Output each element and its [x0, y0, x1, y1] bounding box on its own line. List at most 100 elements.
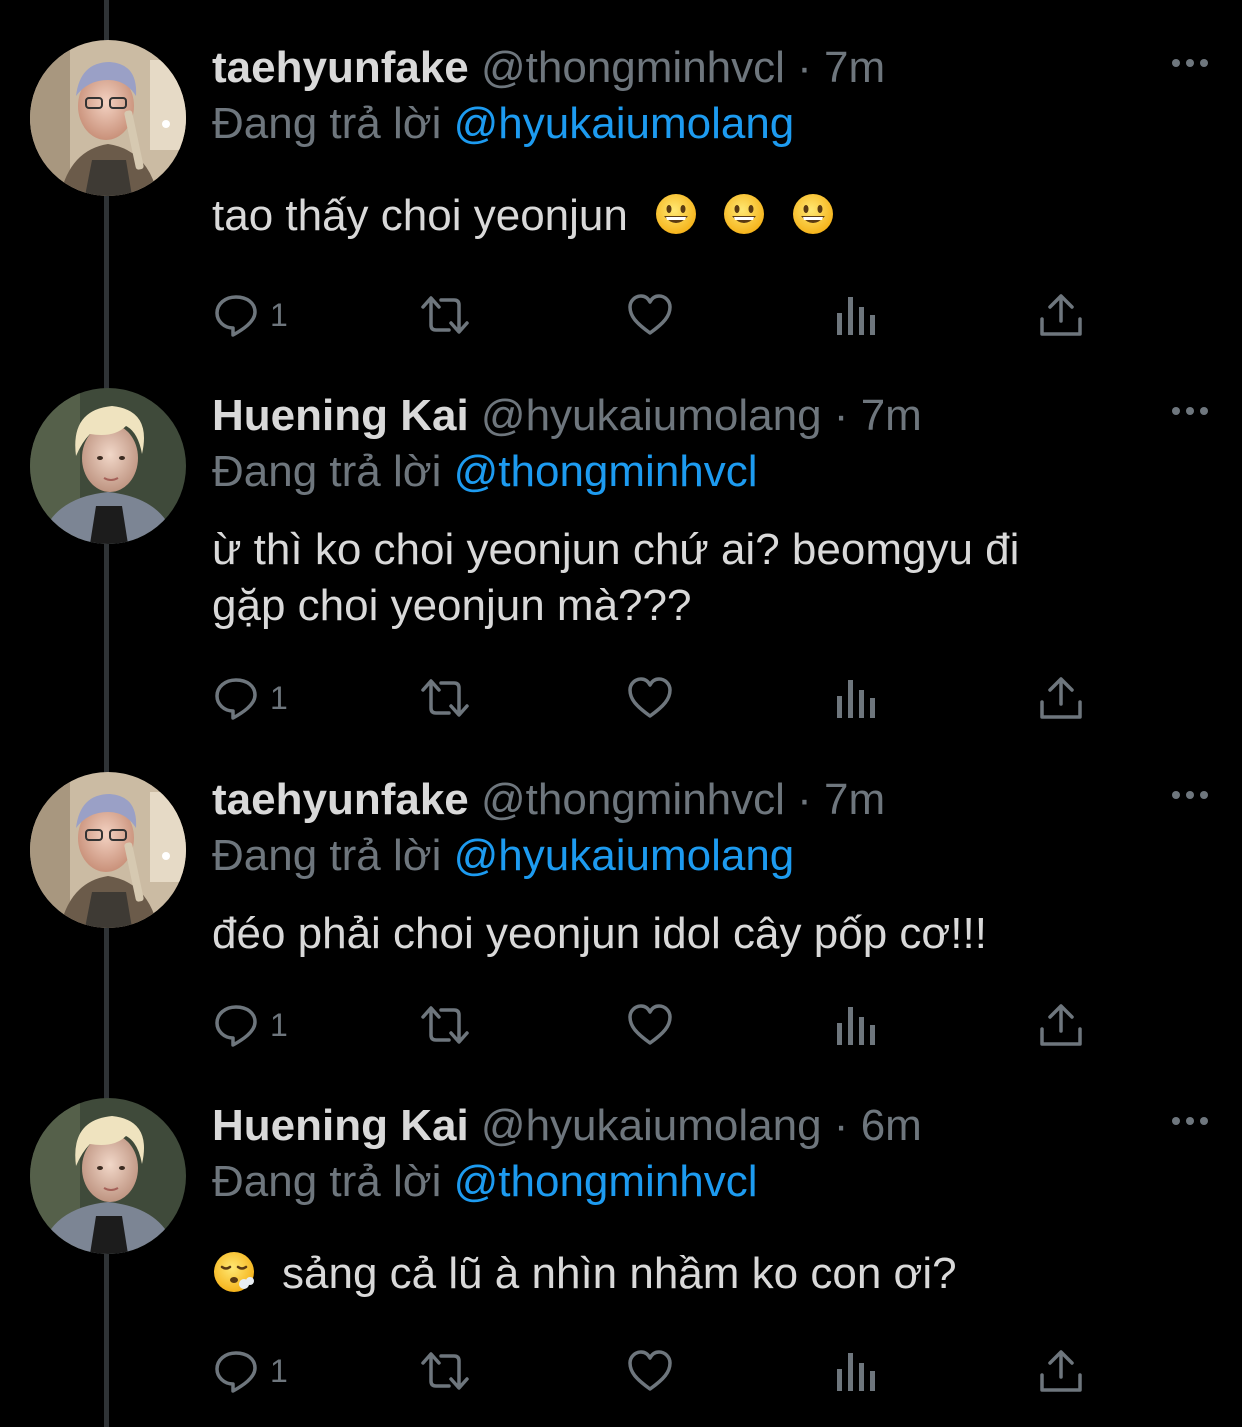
reply-mention[interactable]: @thongminhvcl	[454, 447, 758, 496]
heart-icon	[628, 677, 672, 718]
retweet-button[interactable]	[417, 673, 473, 723]
tweet-text: ừ thì ko choi yeonjun chứ ai? beomgyu đi…	[212, 522, 1172, 634]
avatar[interactable]	[30, 388, 186, 544]
reply-context: Đang trả lời @thongminhvcl	[212, 444, 758, 500]
reply-count: 1	[270, 296, 288, 333]
tweet-text-content: sảng cả lũ à nhìn nhầm ko con ơi?	[282, 1249, 957, 1298]
retweet-button[interactable]	[417, 1346, 473, 1396]
display-name[interactable]: taehyunfake	[212, 775, 469, 824]
separator: ·	[797, 43, 812, 92]
reply-button[interactable]: 1	[212, 290, 288, 340]
avatar[interactable]	[30, 40, 186, 196]
share-button[interactable]	[1038, 290, 1084, 340]
share-button[interactable]	[1038, 673, 1084, 723]
tweet-actions: 1	[212, 1346, 1092, 1396]
reply-context: Đang trả lời @thongminhvcl	[212, 1154, 758, 1210]
retweet-icon	[421, 679, 469, 717]
reply-bubble-icon	[215, 1005, 257, 1047]
tweet-header: Huening Kai @hyukaiumolang · 7m	[212, 388, 922, 444]
views-button[interactable]	[834, 1346, 878, 1396]
more-dots-icon[interactable]	[1168, 48, 1212, 78]
reply-button[interactable]: 1	[212, 673, 288, 723]
retweet-button[interactable]	[417, 290, 473, 340]
share-button[interactable]	[1038, 1000, 1084, 1050]
tweet-header: taehyunfake @thongminhvcl · 7m	[212, 772, 885, 828]
bar-chart-icon	[837, 1007, 875, 1045]
handle[interactable]: @hyukaiumolang	[481, 1101, 822, 1150]
more-dots-icon[interactable]	[1168, 396, 1212, 426]
share-icon	[1040, 677, 1082, 719]
separator: ·	[833, 1101, 849, 1150]
reply-prefix: Đang trả lời	[212, 447, 442, 496]
tweet-text: đéo phải choi yeonjun idol cây pốp cơ!!!	[212, 909, 987, 958]
reply-prefix: Đang trả lời	[212, 831, 442, 880]
share-icon	[1040, 294, 1082, 336]
grinning-face-icon	[724, 194, 765, 234]
heart-icon	[628, 294, 672, 335]
like-button[interactable]	[626, 673, 674, 723]
bar-chart-icon	[837, 1353, 875, 1391]
share-icon	[1040, 1350, 1082, 1392]
avatar[interactable]	[30, 772, 186, 928]
handle[interactable]: @thongminhvcl	[481, 43, 785, 92]
views-button[interactable]	[834, 1000, 878, 1050]
tweet-text-line: gặp choi yeonjun mà???	[212, 581, 692, 630]
grinning-face-icon	[792, 194, 833, 234]
reply-count: 1	[270, 1006, 288, 1043]
tweet-header: taehyunfake @thongminhvcl · 7m	[212, 40, 885, 96]
timestamp[interactable]: 7m	[824, 775, 885, 824]
separator: ·	[833, 391, 849, 440]
reply-bubble-icon	[215, 295, 257, 337]
tweet-header: Huening Kai @hyukaiumolang · 6m	[212, 1098, 922, 1154]
views-button[interactable]	[834, 673, 878, 723]
tweet-text: tao thấy choi yeonjun	[212, 188, 1172, 244]
more-dots-icon[interactable]	[1168, 1106, 1212, 1136]
heart-icon	[628, 1004, 672, 1045]
bar-chart-icon	[837, 680, 875, 718]
display-name[interactable]: Huening Kai	[212, 391, 469, 440]
face-exhaling-icon	[214, 1252, 254, 1292]
reply-count: 1	[270, 1352, 288, 1389]
grinning-face-icon	[656, 194, 697, 234]
reply-button[interactable]: 1	[212, 1000, 288, 1050]
avatar[interactable]	[30, 1098, 186, 1254]
views-button[interactable]	[834, 290, 878, 340]
tweet-actions: 1	[212, 290, 1092, 340]
retweet-button[interactable]	[417, 1000, 473, 1050]
retweet-icon	[421, 1352, 469, 1390]
reply-prefix: Đang trả lời	[212, 1157, 442, 1206]
reply-mention[interactable]: @hyukaiumolang	[454, 831, 795, 880]
timestamp[interactable]: 7m	[861, 391, 922, 440]
timestamp[interactable]: 6m	[861, 1101, 922, 1150]
retweet-icon	[421, 1006, 469, 1044]
tweet-actions: 1	[212, 1000, 1092, 1050]
reply-mention[interactable]: @hyukaiumolang	[454, 99, 795, 148]
heart-icon	[628, 1350, 672, 1391]
reply-context: Đang trả lời @hyukaiumolang	[212, 828, 794, 884]
bar-chart-icon	[837, 297, 875, 335]
reply-mention[interactable]: @thongminhvcl	[454, 1157, 758, 1206]
like-button[interactable]	[626, 1346, 674, 1396]
handle[interactable]: @hyukaiumolang	[481, 391, 822, 440]
tweet-actions: 1	[212, 673, 1092, 723]
retweet-icon	[421, 296, 469, 334]
timestamp[interactable]: 7m	[824, 43, 885, 92]
reply-bubble-icon	[215, 1351, 257, 1393]
tweet-text-content: tao thấy choi yeonjun	[212, 191, 628, 240]
tweet-text: sảng cả lũ à nhìn nhầm ko con ơi?	[212, 1246, 1172, 1302]
reply-context: Đang trả lời @hyukaiumolang	[212, 96, 794, 152]
share-icon	[1040, 1004, 1082, 1046]
reply-bubble-icon	[215, 678, 257, 720]
tweet-text-line: ừ thì ko choi yeonjun chứ ai? beomgyu đi	[212, 525, 1020, 574]
reply-prefix: Đang trả lời	[212, 99, 442, 148]
separator: ·	[797, 775, 812, 824]
like-button[interactable]	[626, 290, 674, 340]
share-button[interactable]	[1038, 1346, 1084, 1396]
like-button[interactable]	[626, 1000, 674, 1050]
reply-button[interactable]: 1	[212, 1346, 288, 1396]
reply-count: 1	[270, 679, 288, 716]
display-name[interactable]: taehyunfake	[212, 43, 469, 92]
handle[interactable]: @thongminhvcl	[481, 775, 785, 824]
display-name[interactable]: Huening Kai	[212, 1101, 469, 1150]
more-dots-icon[interactable]	[1168, 780, 1212, 810]
